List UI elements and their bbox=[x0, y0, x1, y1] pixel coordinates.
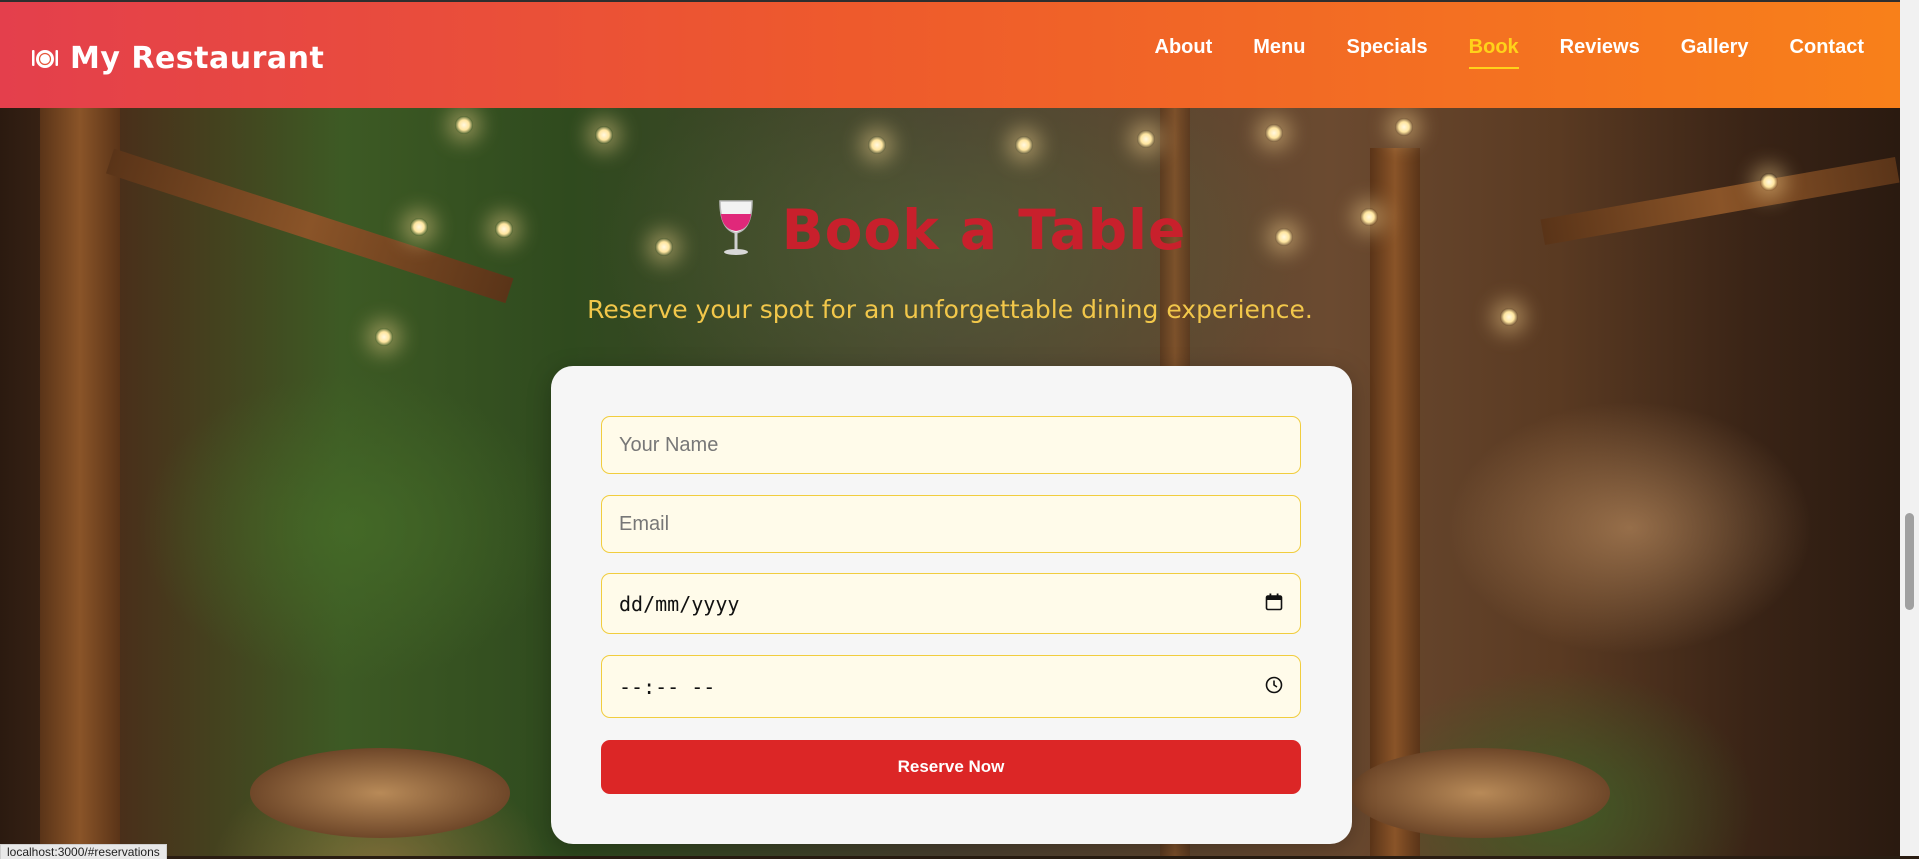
calendar-icon[interactable] bbox=[1265, 592, 1283, 616]
reserve-now-button[interactable]: Reserve Now bbox=[601, 740, 1301, 794]
status-bar-url: localhost:3000/#reservations bbox=[0, 844, 167, 859]
scrollbar-thumb[interactable] bbox=[1905, 513, 1914, 610]
page-subtitle: Reserve your spot for an unforgettable d… bbox=[587, 295, 1313, 324]
brand-name: My Restaurant bbox=[70, 40, 325, 76]
plate-cutlery-icon bbox=[30, 43, 60, 73]
date-placeholder: dd/mm/yyyy bbox=[619, 591, 740, 616]
time-placeholder: --:-- -- bbox=[619, 674, 716, 699]
name-input[interactable] bbox=[601, 416, 1301, 474]
nav-link-contact[interactable]: Contact bbox=[1790, 36, 1864, 69]
brand-logo[interactable]: My Restaurant bbox=[30, 38, 324, 78]
clock-icon[interactable] bbox=[1265, 675, 1283, 699]
nav-menu: About Menu Specials Book Reviews Gallery… bbox=[1155, 36, 1864, 69]
nav-link-about[interactable]: About bbox=[1155, 36, 1213, 69]
time-input[interactable]: --:-- -- bbox=[601, 655, 1301, 718]
nav-link-reviews[interactable]: Reviews bbox=[1560, 36, 1640, 69]
section-heading: Book a Table bbox=[0, 197, 1900, 262]
date-input[interactable]: dd/mm/yyyy bbox=[601, 573, 1301, 634]
nav-link-book[interactable]: Book bbox=[1468, 36, 1519, 69]
wine-glass-icon bbox=[714, 197, 758, 262]
email-input[interactable] bbox=[601, 495, 1301, 553]
page-title: Book a Table bbox=[781, 197, 1187, 262]
nav-link-menu[interactable]: Menu bbox=[1253, 36, 1305, 69]
page-scrollbar[interactable] bbox=[1900, 0, 1919, 856]
navbar: My Restaurant About Menu Specials Book R… bbox=[0, 0, 1900, 108]
booking-form: dd/mm/yyyy --:-- -- Reserve Now bbox=[551, 366, 1352, 844]
nav-link-gallery[interactable]: Gallery bbox=[1681, 36, 1749, 69]
nav-link-specials[interactable]: Specials bbox=[1346, 36, 1427, 69]
